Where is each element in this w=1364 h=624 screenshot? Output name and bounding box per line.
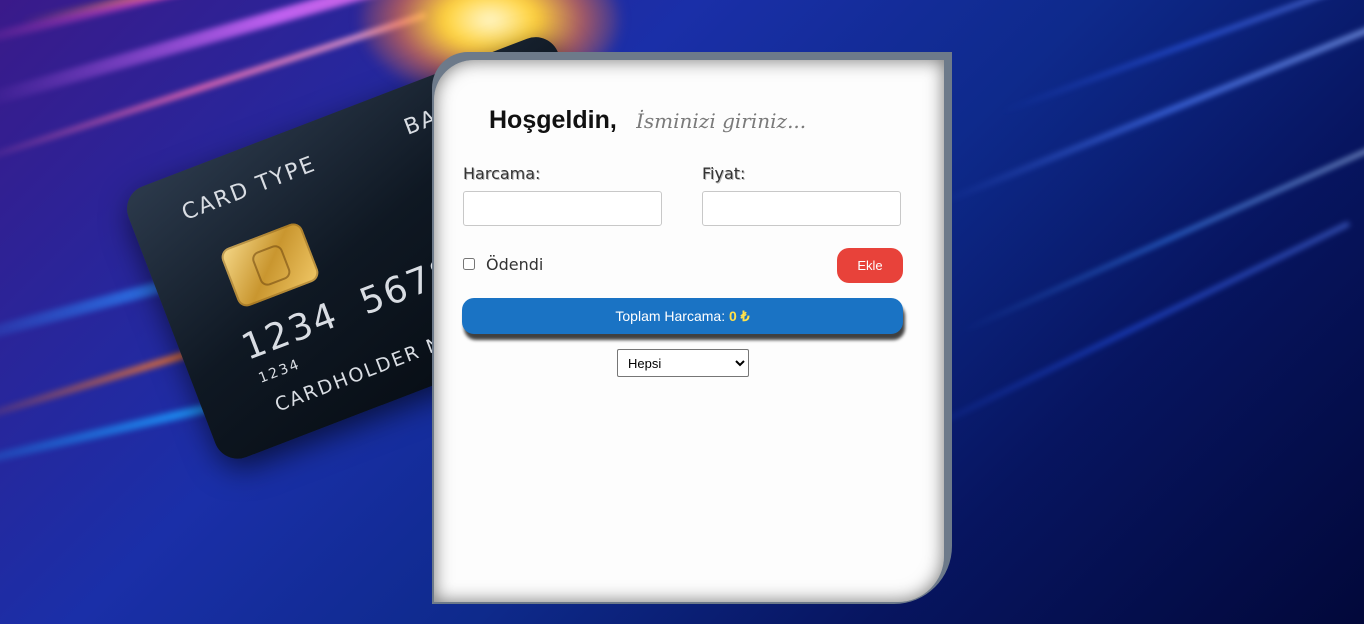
name-input[interactable] — [634, 108, 898, 134]
expense-panel: Hoşgeldin, Harcama: Fiyat: Ödendi Ekle T… — [434, 60, 944, 602]
expense-label: Harcama: — [463, 164, 541, 183]
welcome-title: Hoşgeldin, — [489, 106, 617, 134]
add-button[interactable]: Ekle — [837, 248, 903, 283]
total-expense-bar: Toplam Harcama: 0 ₺ — [462, 298, 903, 334]
total-value: 0 — [728, 308, 737, 324]
paid-label: Ödendi — [486, 255, 544, 274]
paid-checkbox[interactable] — [463, 258, 475, 270]
card-chip-icon — [218, 220, 322, 310]
price-input[interactable] — [702, 191, 901, 226]
price-label: Fiyat: — [702, 164, 746, 183]
currency-symbol: ₺ — [740, 308, 750, 324]
total-label: Toplam Harcama: — [615, 308, 726, 324]
filter-select[interactable]: Hepsi — [617, 349, 749, 377]
expense-input[interactable] — [463, 191, 662, 226]
